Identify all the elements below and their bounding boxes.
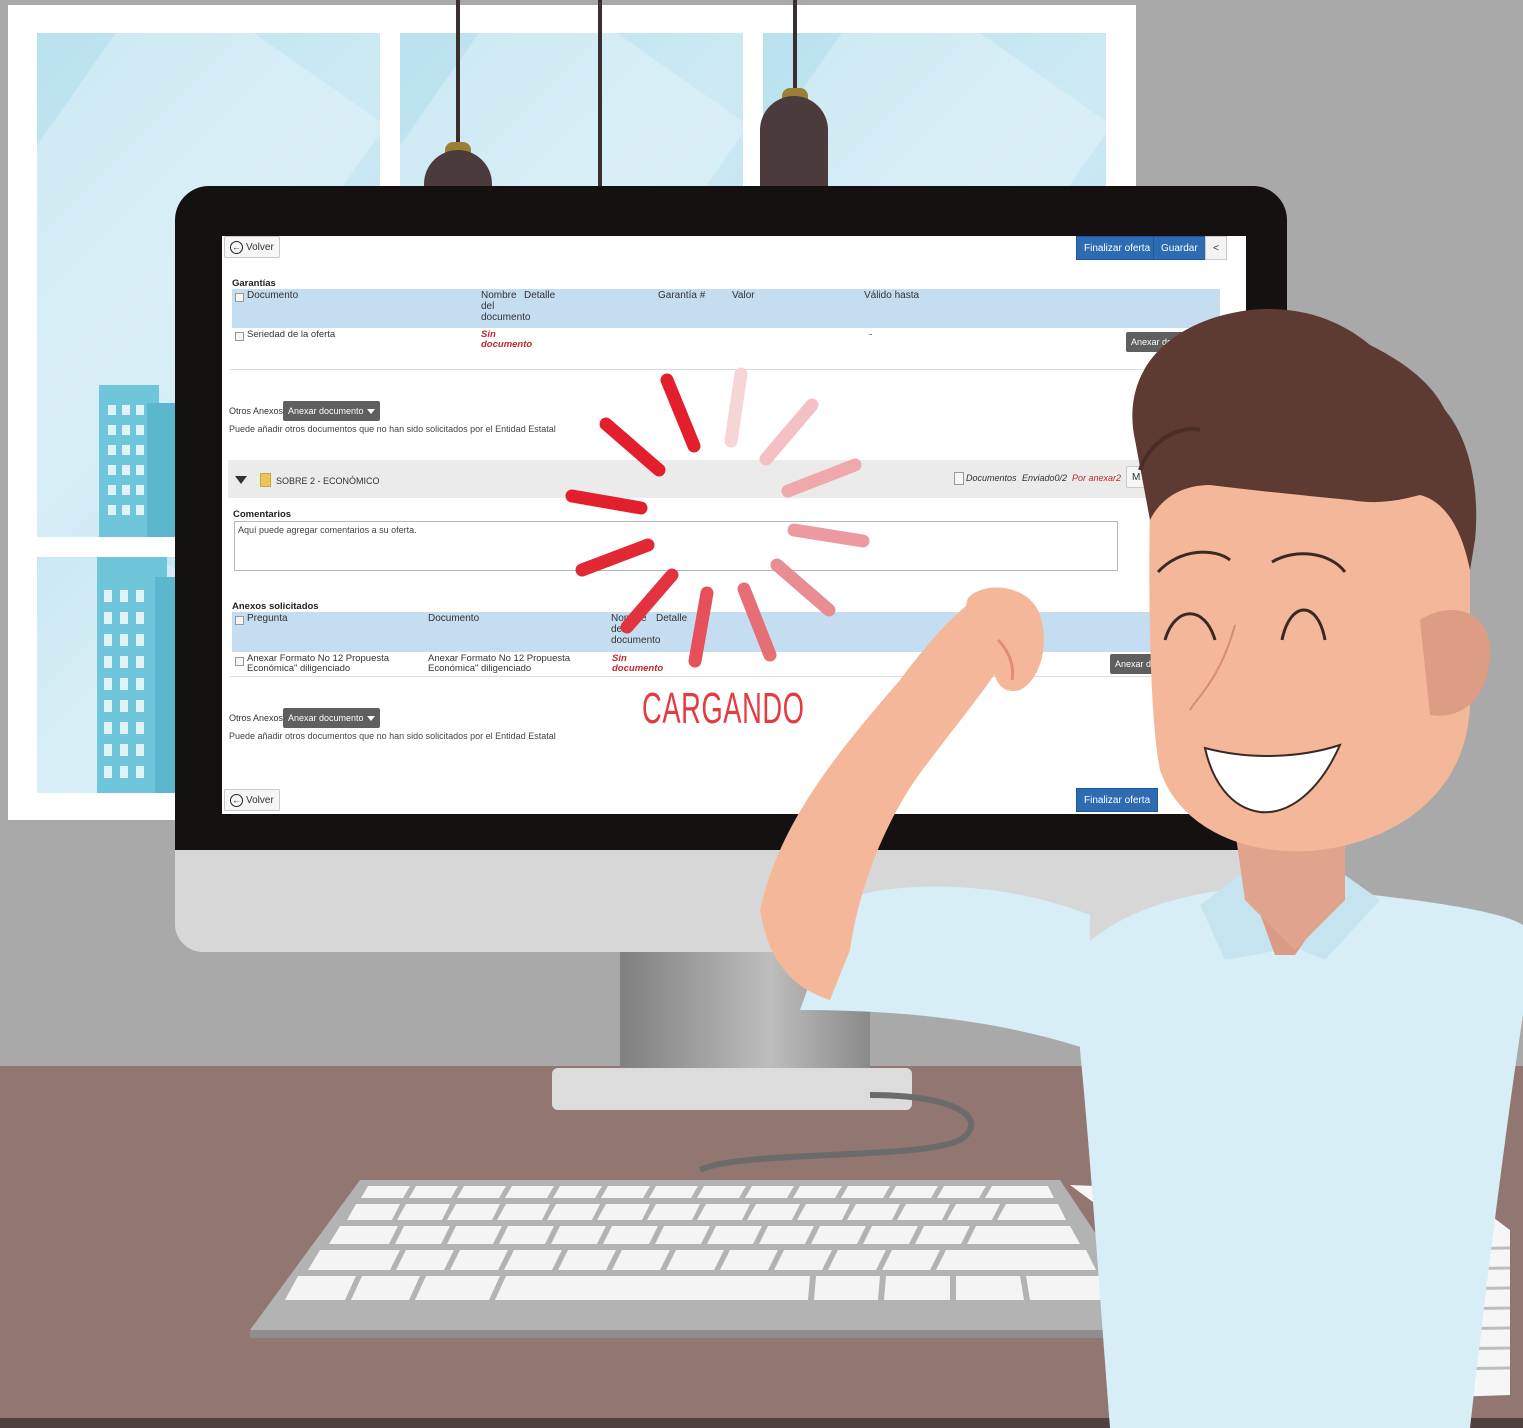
paper-stack xyxy=(1070,1185,1511,1400)
